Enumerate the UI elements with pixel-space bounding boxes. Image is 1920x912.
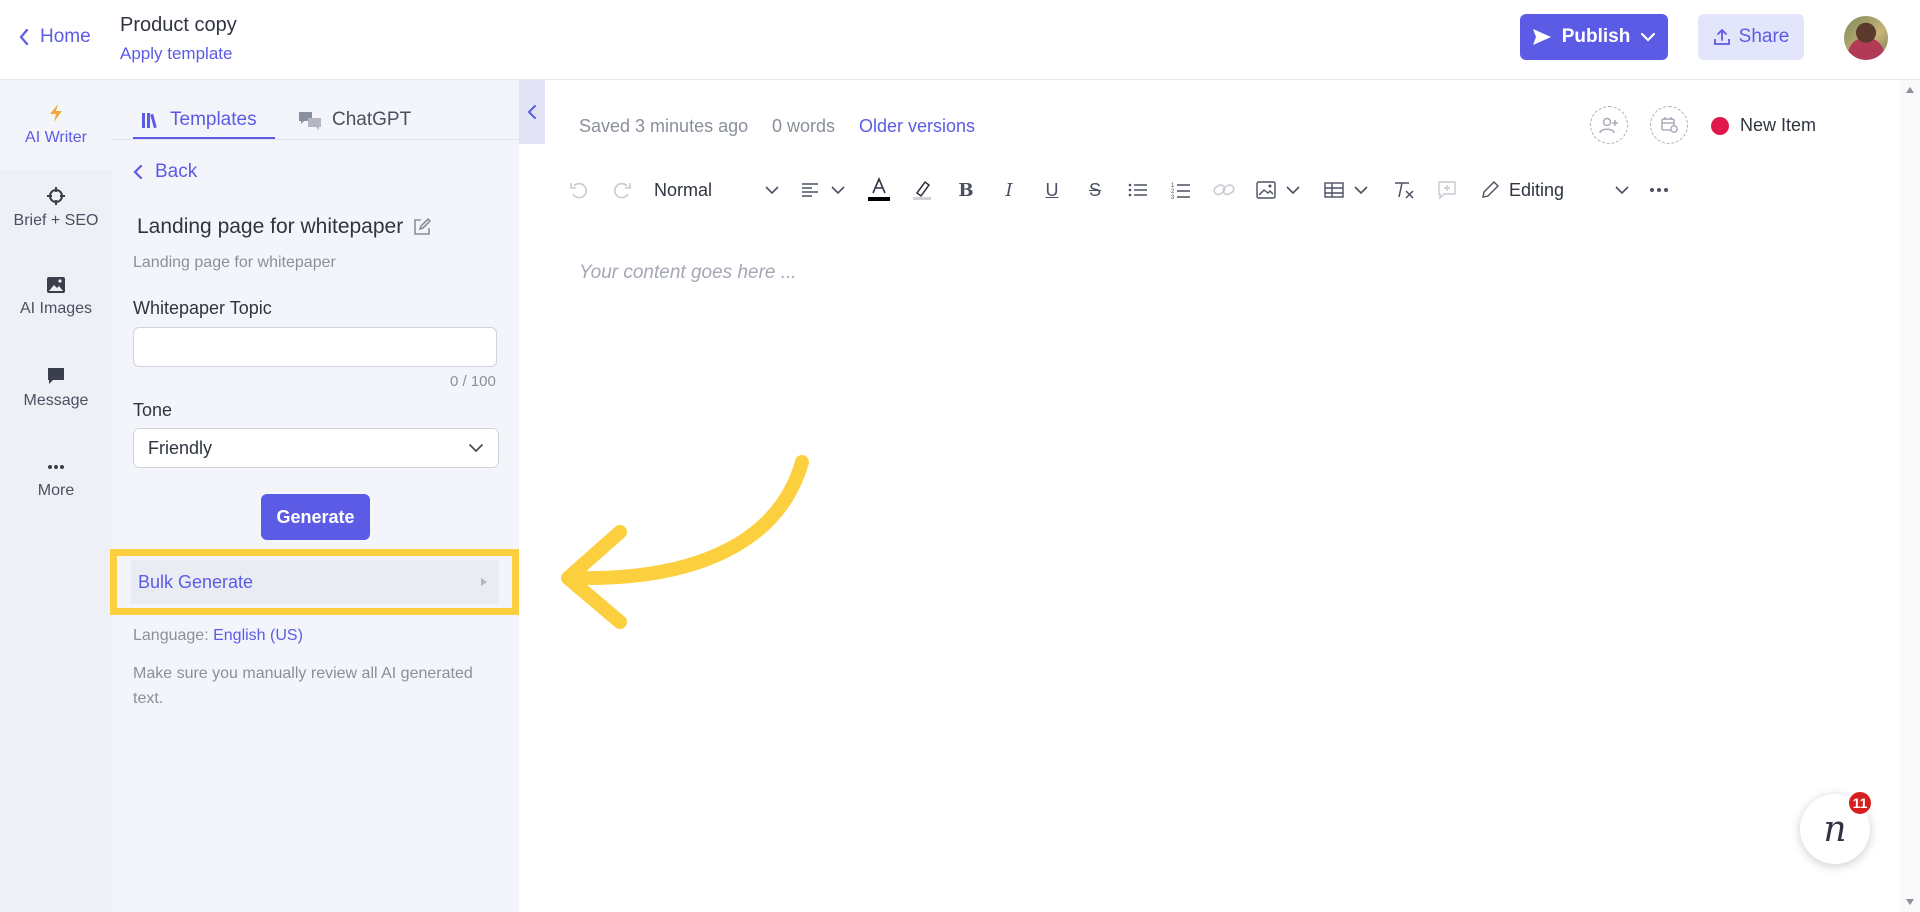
rail-label: More [37, 482, 75, 499]
rail-label: Brief + SEO [13, 212, 99, 229]
rail-item-brief-seo[interactable]: Brief + SEO [0, 186, 112, 230]
tone-select[interactable]: Friendly [133, 428, 499, 468]
scroll-down-icon[interactable] [1905, 898, 1915, 906]
apply-template-link[interactable]: Apply template [120, 44, 232, 64]
generate-button[interactable]: Generate [261, 494, 370, 540]
back-label: Back [155, 161, 198, 182]
link-icon[interactable] [1212, 178, 1236, 202]
editor-placeholder[interactable]: Your content goes here ... [579, 262, 797, 284]
italic-icon[interactable]: I [997, 178, 1021, 202]
bolt-icon [50, 104, 62, 122]
saved-status: Saved 3 minutes ago [579, 116, 749, 136]
user-avatar[interactable] [1844, 16, 1888, 60]
undo-icon[interactable] [567, 178, 591, 202]
chevron-down-icon[interactable] [1610, 178, 1634, 202]
chevron-down-icon[interactable] [1349, 178, 1373, 202]
rail-label: AI Writer [25, 129, 87, 146]
arrow-annotation-icon [561, 455, 809, 629]
whitepaper-topic-input[interactable] [133, 327, 497, 367]
rail-item-message[interactable]: Message [0, 366, 112, 410]
highlight-box [110, 549, 519, 615]
underline-icon[interactable]: U [1040, 178, 1064, 202]
template-title: Landing page for whitepaper [137, 215, 432, 239]
template-description: Landing page for whitepaper [133, 254, 336, 271]
tone-label: Tone [133, 400, 173, 420]
edit-icon[interactable] [413, 218, 432, 236]
send-icon [1532, 29, 1551, 45]
rail-item-ai-writer[interactable]: AI Writer [0, 80, 112, 170]
assign-user-icon[interactable] [1590, 106, 1628, 144]
document-title[interactable]: Product copy [120, 14, 237, 37]
align-icon[interactable] [798, 178, 822, 202]
crosshair-icon [47, 187, 65, 205]
word-count: 0 words [772, 116, 836, 136]
rail-item-more[interactable]: More [0, 458, 112, 500]
more-icon [48, 465, 64, 469]
calendar-icon[interactable] [1650, 106, 1688, 144]
older-versions-link[interactable]: Older versions [859, 116, 975, 137]
more-options-icon[interactable] [1647, 178, 1671, 202]
topic-label: Whitepaper Topic [133, 298, 272, 318]
image-insert-icon[interactable] [1254, 178, 1278, 202]
svg-text:3: 3 [1171, 195, 1175, 199]
home-link[interactable]: Home [18, 26, 91, 48]
language-prefix: Language: [133, 627, 209, 644]
tab-divider [112, 139, 519, 140]
comment-add-icon[interactable] [1435, 178, 1459, 202]
chevron-down-icon[interactable] [760, 178, 784, 202]
bold-icon[interactable]: B [954, 178, 978, 202]
numbered-list-icon[interactable]: 123 [1169, 178, 1193, 202]
table-icon[interactable] [1322, 178, 1346, 202]
pencil-icon[interactable] [1478, 178, 1502, 202]
tab-label: ChatGPT [332, 109, 412, 130]
rail-label: AI Images [19, 300, 93, 317]
help-glyph: n [1823, 808, 1847, 850]
tab-label: Templates [170, 109, 257, 130]
editor-scrollbar[interactable] [1900, 80, 1920, 912]
redo-icon[interactable] [610, 178, 634, 202]
tab-chatgpt[interactable]: ChatGPT [298, 100, 411, 140]
image-icon [47, 277, 65, 293]
font-color-icon[interactable] [867, 177, 891, 202]
bullet-list-icon[interactable] [1126, 178, 1150, 202]
publish-button[interactable]: Publish [1520, 14, 1668, 60]
chevron-left-icon [527, 105, 536, 119]
chevron-down-icon [1641, 32, 1656, 42]
back-link[interactable]: Back [133, 161, 197, 183]
item-status-label[interactable]: New Item [1740, 115, 1816, 136]
share-label: Share [1738, 26, 1790, 47]
template-title-text: Landing page for whitepaper [137, 215, 404, 238]
chat-icon [299, 112, 321, 130]
chevron-left-icon [19, 28, 29, 46]
scroll-up-icon[interactable] [1905, 86, 1915, 94]
home-label: Home [40, 26, 91, 47]
highlight-icon[interactable] [910, 178, 934, 202]
library-icon [142, 113, 157, 129]
share-button[interactable]: Share [1698, 14, 1804, 60]
chevron-down-icon[interactable] [826, 178, 850, 202]
rail-item-ai-images[interactable]: AI Images [0, 276, 112, 318]
upload-icon [1713, 28, 1730, 45]
chevron-down-icon [469, 444, 483, 453]
collapse-panel-button[interactable] [519, 80, 545, 144]
paragraph-style-value[interactable]: Normal [654, 180, 712, 201]
character-counter: 0 / 100 [450, 373, 496, 390]
message-icon [48, 368, 64, 384]
chevron-left-icon [133, 164, 143, 180]
review-note: Make sure you manually review all AI gen… [133, 665, 473, 707]
editing-mode-value[interactable]: Editing [1509, 180, 1564, 201]
chevron-down-icon[interactable] [1281, 178, 1305, 202]
publish-label: Publish [1561, 26, 1631, 47]
tone-value: Friendly [148, 437, 213, 458]
notification-badge: 11 [1847, 790, 1873, 816]
rail-label: Message [23, 392, 89, 409]
clear-format-icon[interactable] [1392, 178, 1416, 202]
active-tab-indicator [133, 137, 275, 139]
language-info: Language: English (US) [133, 627, 303, 645]
strikethrough-icon[interactable]: S [1083, 178, 1107, 202]
status-dot-icon [1711, 117, 1729, 135]
language-value[interactable]: English (US) [213, 627, 303, 644]
tab-templates[interactable]: Templates [140, 100, 257, 140]
